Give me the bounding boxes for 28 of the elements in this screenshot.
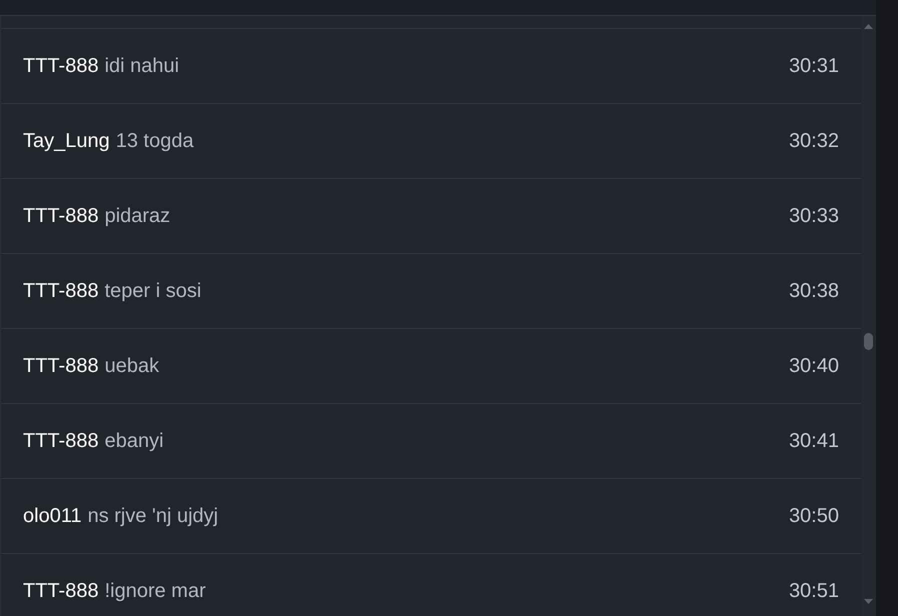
timestamp: 30:31 [788, 54, 839, 78]
username: TTT-888 [23, 354, 99, 378]
username: TTT-888 [23, 430, 99, 452]
timestamp: 30:38 [788, 280, 839, 302]
scroll-down-icon[interactable] [864, 599, 873, 604]
timestamp: 30:33 [788, 204, 839, 228]
message-text: !ignore mar [104, 580, 206, 602]
message-text: idi nahui [104, 54, 180, 78]
username: TTT-888 [23, 54, 99, 78]
username: Tay_Lung [23, 130, 110, 152]
message-text: ebanyi [104, 430, 164, 452]
scrollbar[interactable] [861, 16, 876, 616]
timestamp: 30:41 [788, 430, 839, 452]
message-text: 13 togda [116, 130, 194, 152]
timestamp: 30:40 [788, 354, 839, 378]
timestamp: 30:50 [788, 504, 839, 528]
timestamp: 30:32 [788, 130, 839, 152]
message-text: uebak [104, 354, 160, 378]
message-text: pidaraz [104, 204, 170, 228]
message-text: ns rjve 'nj ujdyj [88, 504, 218, 528]
username: TTT-888 [23, 280, 99, 302]
scrollbar-thumb[interactable] [864, 333, 873, 350]
scroll-up-icon[interactable] [864, 24, 873, 29]
username: TTT-888 [23, 580, 99, 602]
username: TTT-888 [23, 204, 99, 228]
username: olo011 [23, 504, 82, 528]
timestamp: 30:51 [788, 580, 839, 602]
message-text: teper i sosi [104, 280, 202, 302]
